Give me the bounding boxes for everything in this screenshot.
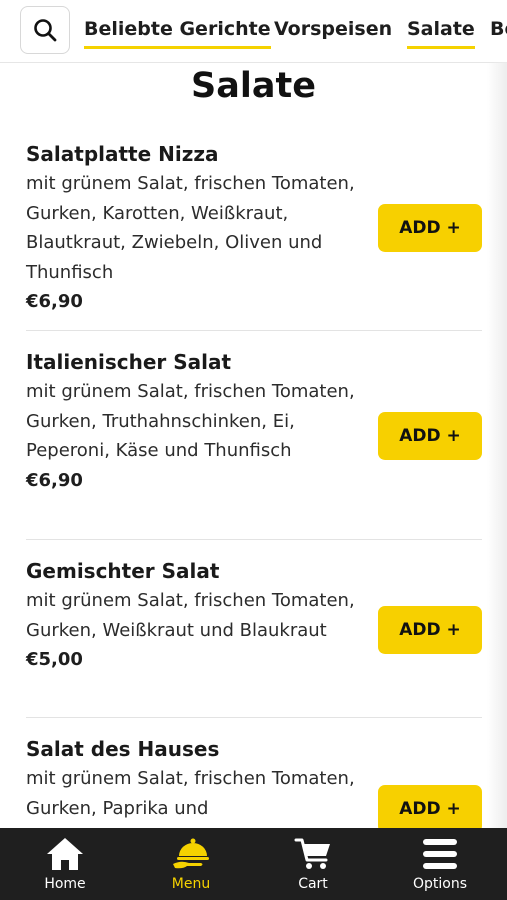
divider xyxy=(26,539,482,540)
item-description: mit grünem Salat, frischen Tomaten, Gurk… xyxy=(26,768,355,819)
nav-cart-label: Cart xyxy=(298,876,328,892)
nav-menu-label: Menu xyxy=(171,876,211,892)
nav-options[interactable]: Options xyxy=(377,828,503,900)
tab-partial[interactable]: Be xyxy=(490,18,507,46)
cart-icon xyxy=(294,838,330,869)
tab-vorspeisen[interactable]: Vorspeisen xyxy=(274,18,392,46)
nav-options-label: Options xyxy=(412,876,468,892)
menu-cloche-icon xyxy=(173,838,209,869)
nav-cart[interactable]: Cart xyxy=(250,828,376,900)
bottom-nav: Home Menu Cart Options xyxy=(0,828,507,900)
item-description: mit grünem Salat, frischen Tomaten, Gurk… xyxy=(26,381,355,461)
search-button[interactable] xyxy=(20,6,70,54)
tab-beliebte-gerichte[interactable]: Beliebte Gerichte xyxy=(84,18,271,49)
item-name: Salat des Hauses xyxy=(26,737,220,761)
item-price: €6,90 xyxy=(26,469,83,491)
divider xyxy=(26,717,482,718)
nav-menu[interactable]: Menu xyxy=(128,828,254,900)
scroll-shadow xyxy=(487,62,507,828)
divider xyxy=(26,330,482,331)
add-button[interactable]: ADD + xyxy=(378,204,482,252)
item-name: Salatplatte Nizza xyxy=(26,142,219,166)
item-price: €6,90 xyxy=(26,291,83,312)
search-icon xyxy=(34,19,57,42)
nav-home[interactable]: Home xyxy=(2,828,128,900)
add-button[interactable]: ADD + xyxy=(378,412,482,460)
item-name: Gemischter Salat xyxy=(26,559,220,583)
item-description: mit grünem Salat, frischen Tomaten, Gurk… xyxy=(26,590,355,641)
add-button[interactable]: ADD + xyxy=(378,606,482,654)
add-button[interactable]: ADD + xyxy=(378,785,482,833)
nav-home-label: Home xyxy=(44,876,86,892)
item-name: Italienischer Salat xyxy=(26,350,232,374)
tab-salate[interactable]: Salate xyxy=(407,18,475,49)
hamburger-icon xyxy=(423,839,457,869)
home-icon xyxy=(47,838,83,870)
top-category-bar: Beliebte Gerichte Vorspeisen Salate Be xyxy=(0,0,507,63)
item-description: mit grünem Salat, frischen Tomaten, Gurk… xyxy=(26,173,355,283)
section-title: Salate xyxy=(191,66,316,106)
